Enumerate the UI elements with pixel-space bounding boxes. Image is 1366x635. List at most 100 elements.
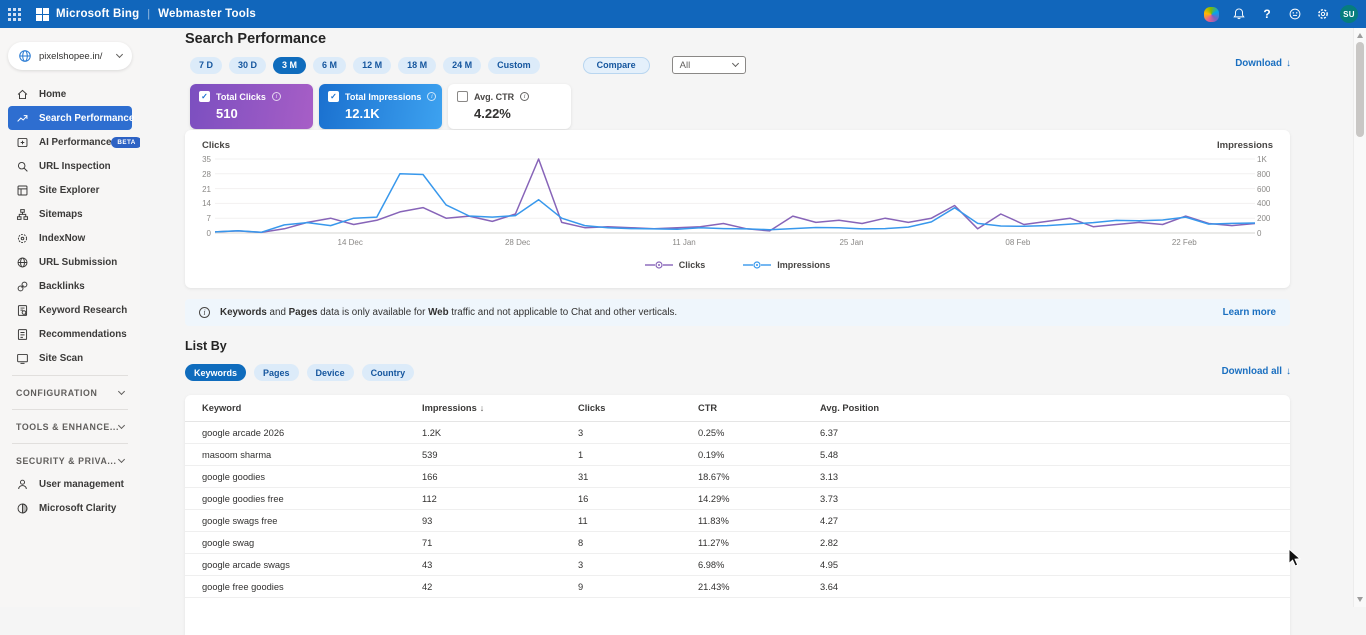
metric-card-total-impressions[interactable]: ✓ Total Impressions i 12.1K bbox=[319, 84, 442, 129]
help-icon[interactable]: ? bbox=[1256, 3, 1278, 25]
metric-checkbox[interactable] bbox=[457, 91, 468, 102]
clicks-cell: 8 bbox=[578, 538, 584, 548]
table-row[interactable]: google free goodies 42 9 21.43% 3.64 bbox=[185, 576, 1290, 598]
sidebar-item-keyword-research[interactable]: Keyword Research bbox=[8, 298, 132, 322]
time-range-18-m[interactable]: 18 M bbox=[398, 56, 437, 74]
sidebar-item-site-explorer[interactable]: Site Explorer bbox=[8, 178, 132, 202]
sidebar-item-backlinks[interactable]: Backlinks bbox=[8, 274, 132, 298]
list-by-tab-keywords[interactable]: Keywords bbox=[185, 364, 247, 381]
avg-position-cell: 3.13 bbox=[820, 472, 839, 482]
sidebar-item-url-inspection[interactable]: URL Inspection bbox=[8, 154, 132, 178]
download-button[interactable]: Download ↓ bbox=[1235, 58, 1291, 69]
sidebar-item-site-scan[interactable]: Site Scan bbox=[8, 346, 132, 370]
metric-value: 4.22% bbox=[474, 106, 511, 121]
column-header-impressions[interactable]: Impressions ↓ bbox=[422, 403, 484, 413]
sidebar-item-recommendations[interactable]: Recommendations bbox=[8, 322, 132, 346]
page-title: Search Performance bbox=[185, 31, 327, 47]
sidebar-item-ai-performance[interactable]: AI Performance BETA bbox=[8, 130, 140, 154]
sidebar-item-search-performance[interactable]: Search Performance bbox=[8, 106, 134, 130]
sidebar-section-configuration[interactable]: CONFIGURATION bbox=[8, 381, 132, 404]
legend-item-impressions[interactable]: Impressions bbox=[743, 260, 830, 270]
right-axis-tick: 0 bbox=[1257, 229, 1262, 238]
table-row[interactable]: google goodies 166 31 18.67% 3.13 bbox=[185, 466, 1290, 488]
sidebar-item-label: Home bbox=[39, 88, 67, 100]
right-axis-tick: 1K bbox=[1257, 155, 1267, 164]
left-axis-tick: 35 bbox=[202, 155, 211, 164]
list-by-tab-device[interactable]: Device bbox=[306, 364, 354, 381]
sidebar-item-sitemaps[interactable]: Sitemaps bbox=[8, 202, 132, 226]
user-avatar[interactable]: SU bbox=[1340, 5, 1358, 23]
time-range-6-m[interactable]: 6 M bbox=[313, 56, 347, 74]
download-all-button[interactable]: Download all ↓ bbox=[1222, 366, 1291, 377]
app-launcher-waffle-icon[interactable] bbox=[0, 0, 28, 28]
impressions-cell: 43 bbox=[422, 560, 433, 570]
metric-card-avg-ctr[interactable]: Avg. CTR i 4.22% bbox=[448, 84, 571, 129]
clicks-cell: 1 bbox=[578, 450, 584, 460]
keyword-cell: google swag bbox=[202, 538, 255, 548]
site-selector[interactable]: pixelshopee.in/ bbox=[8, 42, 132, 70]
metric-value: 510 bbox=[216, 106, 238, 121]
scrollbar-thumb[interactable] bbox=[1356, 42, 1364, 137]
time-range-3-m[interactable]: 3 M bbox=[273, 56, 307, 74]
column-header-keyword[interactable]: Keyword bbox=[202, 403, 241, 413]
time-range-12-m[interactable]: 12 M bbox=[353, 56, 392, 74]
avg-position-cell: 3.73 bbox=[820, 494, 839, 504]
metric-card-total-clicks[interactable]: ✓ Total Clicks i 510 bbox=[190, 84, 313, 129]
settings-icon[interactable] bbox=[1312, 3, 1334, 25]
legend-label: Clicks bbox=[678, 260, 706, 270]
sidebar-item-user-management[interactable]: User management bbox=[8, 472, 132, 496]
divider bbox=[12, 375, 128, 376]
copilot-icon[interactable] bbox=[1200, 3, 1222, 25]
column-header-avg-position[interactable]: Avg. Position bbox=[820, 403, 879, 413]
sidebar-item-label: URL Submission bbox=[39, 256, 118, 268]
sidebar-section-security-priva[interactable]: SECURITY & PRIVA... bbox=[8, 449, 132, 472]
banner-text: Keywords and Pages data is only availabl… bbox=[220, 307, 678, 318]
sidebar-item-home[interactable]: Home bbox=[8, 82, 132, 106]
site-name: pixelshopee.in/ bbox=[39, 50, 103, 62]
x-axis-tick: 22 Feb bbox=[1171, 238, 1197, 247]
list-by-title: List By bbox=[185, 339, 227, 353]
time-range-30-d[interactable]: 30 D bbox=[229, 56, 267, 74]
chevron-down-icon bbox=[117, 387, 126, 395]
sidebar-item-label: Backlinks bbox=[39, 280, 85, 292]
time-range-custom[interactable]: Custom bbox=[488, 56, 540, 74]
sidebar-section-tools-enhance[interactable]: TOOLS & ENHANCE... bbox=[8, 415, 132, 438]
brand-name[interactable]: Microsoft Bing bbox=[56, 8, 139, 20]
list-by-tab-country[interactable]: Country bbox=[361, 364, 415, 381]
table-row[interactable]: google goodies free 112 16 14.29% 3.73 bbox=[185, 488, 1290, 510]
clicks-cell: 11 bbox=[578, 516, 588, 526]
learn-more-link[interactable]: Learn more bbox=[1223, 307, 1276, 318]
scroll-down-arrow[interactable] bbox=[1357, 597, 1363, 602]
table-row[interactable]: masoom sharma 539 1 0.19% 5.48 bbox=[185, 444, 1290, 466]
clicks-cell: 3 bbox=[578, 560, 584, 570]
traffic-filter-dropdown[interactable]: All bbox=[671, 56, 746, 74]
table-row[interactable]: google arcade 2026 1.2K 3 0.25% 6.37 bbox=[185, 422, 1290, 444]
column-header-clicks[interactable]: Clicks bbox=[578, 403, 605, 413]
chevron-down-icon bbox=[117, 421, 126, 429]
list-by-tab-pages[interactable]: Pages bbox=[254, 364, 299, 381]
sidebar-item-indexnow[interactable]: IndexNow bbox=[8, 226, 132, 250]
scroll-up-arrow[interactable] bbox=[1357, 33, 1363, 38]
sidebar-item-url-submission[interactable]: URL Submission bbox=[8, 250, 132, 274]
keywords-table: Keyword Impressions ↓ Clicks CTR Avg. Positio… bbox=[185, 395, 1290, 635]
download-icon: ↓ bbox=[1286, 366, 1291, 377]
column-header-ctr[interactable]: CTR bbox=[698, 403, 717, 413]
compare-button[interactable]: Compare bbox=[582, 56, 650, 74]
time-range-7-d[interactable]: 7 D bbox=[190, 56, 223, 74]
time-range-24-m[interactable]: 24 M bbox=[443, 56, 482, 74]
vertical-scrollbar[interactable] bbox=[1353, 28, 1366, 607]
metric-checkbox[interactable]: ✓ bbox=[328, 91, 339, 102]
sidebar-item-label: Microsoft Clarity bbox=[39, 502, 117, 514]
table-row[interactable]: google swag 71 8 11.27% 2.82 bbox=[185, 532, 1290, 554]
sidebar-item-microsoft-clarity[interactable]: Microsoft Clarity bbox=[8, 496, 132, 520]
table-row[interactable]: google arcade swags 43 3 6.98% 4.95 bbox=[185, 554, 1290, 576]
metric-checkbox[interactable]: ✓ bbox=[199, 91, 210, 102]
sidebar-item-label: Site Scan bbox=[39, 352, 84, 364]
table-row[interactable]: google swags free 93 11 11.83% 4.27 bbox=[185, 510, 1290, 532]
feedback-icon[interactable] bbox=[1284, 3, 1306, 25]
legend-item-clicks[interactable]: Clicks bbox=[644, 260, 706, 270]
bell-icon[interactable] bbox=[1228, 3, 1250, 25]
chart-legend: Clicks Impressions bbox=[185, 260, 1290, 270]
product-name[interactable]: Webmaster Tools bbox=[158, 8, 256, 20]
indexnow-icon bbox=[16, 232, 29, 245]
